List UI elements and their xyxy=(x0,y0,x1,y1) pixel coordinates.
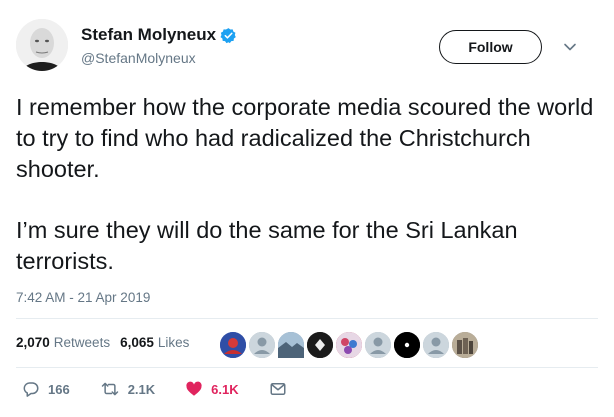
blue-red-avatar-icon[interactable] xyxy=(218,330,248,360)
chevron-down-icon[interactable] xyxy=(563,40,577,54)
retweets-count: 2,070 xyxy=(16,335,50,350)
retweet-count: 2.1K xyxy=(127,381,156,397)
reply-icon xyxy=(23,382,39,397)
default-egg-avatar-icon[interactable] xyxy=(421,330,451,360)
liked-by-avatars xyxy=(218,330,480,360)
author-name-row: Stefan Molyneux xyxy=(81,25,237,45)
like-button[interactable]: 6.1K xyxy=(185,380,239,398)
envelope-icon xyxy=(270,383,286,395)
landscape-avatar-icon[interactable] xyxy=(276,330,306,360)
verified-badge-icon xyxy=(220,27,236,43)
photo-avatar-icon[interactable] xyxy=(450,330,480,360)
likes-count: 6,065 xyxy=(120,335,154,350)
divider xyxy=(16,367,598,368)
black-dot-avatar-icon[interactable] xyxy=(392,330,422,360)
avatar[interactable] xyxy=(16,19,68,71)
retweets-label: Retweets xyxy=(53,335,111,350)
likes-stat[interactable]: 6,065 Likes xyxy=(120,334,189,352)
tweet-actions: 166 2.1K 6.1K xyxy=(22,380,325,398)
direct-message-button[interactable] xyxy=(269,380,295,398)
tweet-text: I remember how the corporate media scour… xyxy=(16,92,596,308)
retweet-button[interactable]: 2.1K xyxy=(100,380,155,398)
divider xyxy=(16,318,598,319)
tweet-paragraph: I remember how the corporate media scour… xyxy=(16,94,594,182)
tweet-paragraph: I’m sure they will do the same for the S… xyxy=(16,217,518,274)
follow-button[interactable]: Follow xyxy=(439,30,542,64)
heart-icon xyxy=(186,381,202,396)
colorful-avatar-icon[interactable] xyxy=(334,330,364,360)
likes-label: Likes xyxy=(157,335,190,350)
like-count: 6.1K xyxy=(211,381,239,397)
tweet-timestamp[interactable]: 7:42 AM - 21 Apr 2019 xyxy=(16,289,150,307)
tweet-stats: 2,070 Retweets 6,065 Likes xyxy=(16,334,199,352)
dark-symbol-avatar-icon[interactable] xyxy=(305,330,335,360)
default-egg-avatar-icon[interactable] xyxy=(247,330,277,360)
avatar-photo-icon xyxy=(16,19,68,71)
retweet-icon xyxy=(101,382,118,396)
default-egg-avatar-icon[interactable] xyxy=(363,330,393,360)
tweet-card: Stefan Molyneux @StefanMolyneux Follow I… xyxy=(0,0,614,417)
retweets-stat[interactable]: 2,070 Retweets xyxy=(16,334,110,352)
reply-button[interactable]: 166 xyxy=(22,380,70,398)
reply-count: 166 xyxy=(48,381,70,397)
author-handle[interactable]: @StefanMolyneux xyxy=(81,49,196,67)
author-display-name[interactable]: Stefan Molyneux xyxy=(81,25,216,45)
